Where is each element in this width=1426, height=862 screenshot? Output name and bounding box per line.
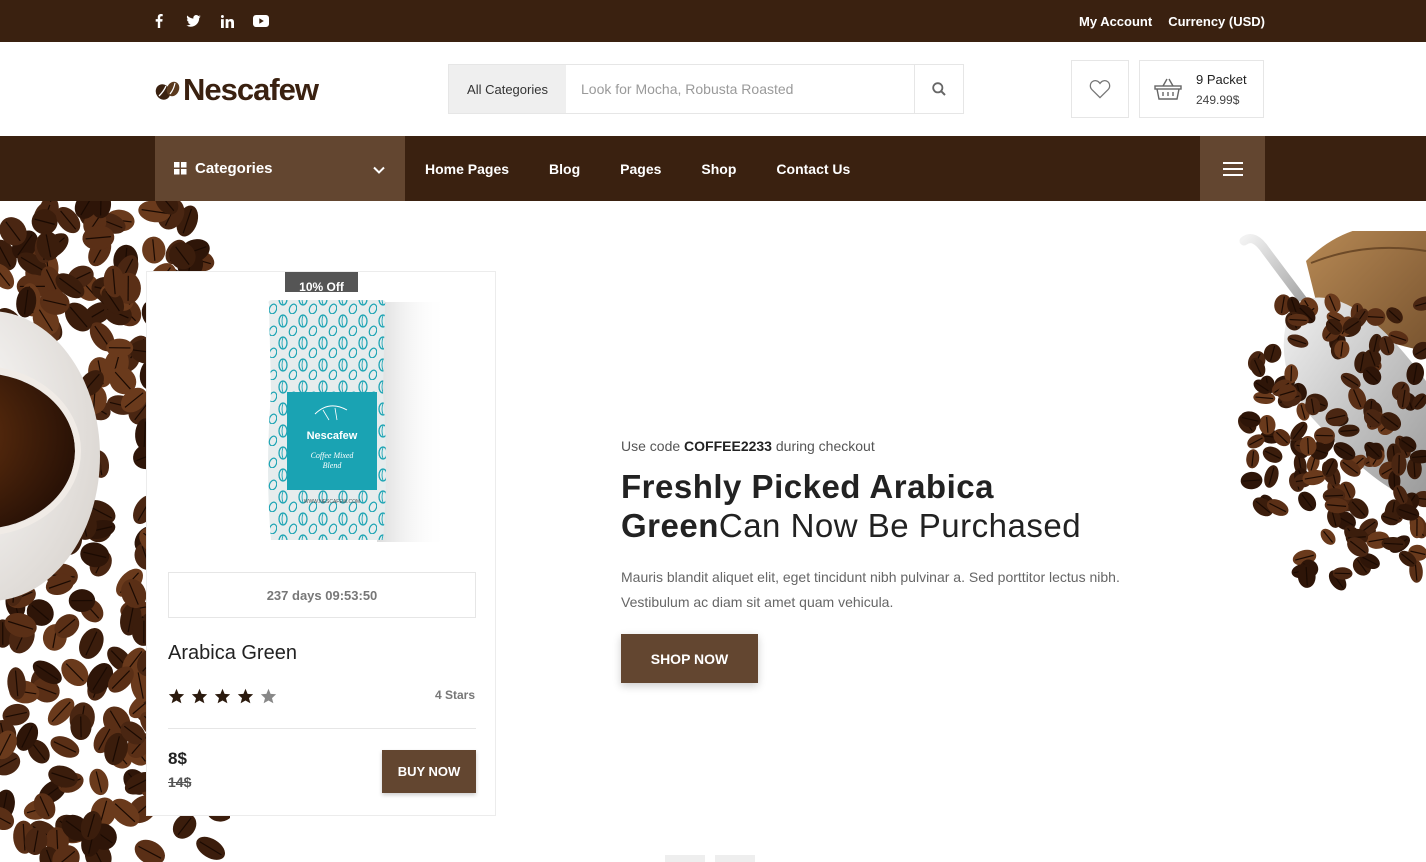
nav-item-home-pages[interactable]: Home Pages xyxy=(425,161,509,177)
promo-code: COFFEE2233 xyxy=(684,438,772,454)
search-input[interactable] xyxy=(566,65,914,113)
heart-icon xyxy=(1089,80,1111,99)
nav-item-pages[interactable]: Pages xyxy=(620,161,661,177)
hero-headline: Freshly Picked Arabica GreenCan Now Be P… xyxy=(621,467,1181,545)
currency-selector[interactable]: Currency (USD) xyxy=(1168,14,1265,29)
cart-count: 9 Packet xyxy=(1196,71,1247,87)
promo-text: Use code COFFEE2233 during checkout xyxy=(621,438,875,454)
nav-item-contact-us[interactable]: Contact Us xyxy=(776,161,850,177)
basket-icon xyxy=(1154,78,1182,100)
nav-item-blog[interactable]: Blog xyxy=(549,161,580,177)
linkedin-icon[interactable] xyxy=(218,12,236,30)
nav-item-shop[interactable]: Shop xyxy=(701,161,736,177)
coffee-package-image[interactable]: Nescafew Coffee Mixed Blend WWW.NESCAFEW… xyxy=(257,292,447,552)
grid-icon xyxy=(174,162,187,175)
social-links xyxy=(150,0,270,42)
account-links: My Account Currency (USD) xyxy=(1079,0,1265,42)
star-empty-icon xyxy=(260,688,277,704)
search-category-select[interactable]: All Categories xyxy=(449,65,566,113)
headline-rest: Can Now Be Purchased xyxy=(718,507,1082,544)
wishlist-button[interactable] xyxy=(1071,60,1129,118)
categories-dropdown[interactable]: Categories xyxy=(155,136,405,201)
product-old-price: 14$ xyxy=(168,774,192,790)
package-brand: Nescafew xyxy=(307,430,358,442)
youtube-icon[interactable] xyxy=(252,12,270,30)
package-site: WWW.NESCAFEW.COM xyxy=(304,499,360,505)
categories-label: Categories xyxy=(195,160,273,177)
countdown-timer: 237 days 09:53:50 xyxy=(168,572,476,618)
slider-dot[interactable] xyxy=(715,855,755,862)
my-account-link[interactable]: My Account xyxy=(1079,14,1152,29)
hamburger-menu-button[interactable] xyxy=(1200,136,1265,201)
product-card: 10% Off Nescafew Coffee Mixed Blend WWW.… xyxy=(146,271,496,816)
package-line-1: Coffee Mixed xyxy=(311,451,355,460)
nav-menu: Home Pages Blog Pages Shop Contact Us xyxy=(425,136,850,201)
shop-now-button[interactable]: SHOP NOW xyxy=(621,634,758,683)
star-filled-icon xyxy=(237,688,254,704)
facebook-icon[interactable] xyxy=(150,12,168,30)
cart-total: 249.99$ xyxy=(1196,92,1240,107)
cart-button[interactable]: 9 Packet 249.99$ xyxy=(1139,60,1264,118)
promo-suffix: during checkout xyxy=(775,438,875,454)
rating-label: 4 Stars xyxy=(434,688,475,702)
package-line-2: Blend xyxy=(323,461,343,470)
search-icon xyxy=(932,82,946,96)
site-header: Nescafew All Categories 9 Packet 249.99$ xyxy=(0,42,1426,136)
headline-bold-1: Freshly Picked Arabica xyxy=(621,468,994,505)
logo-text: Nescafew xyxy=(183,72,319,107)
hero-description: Mauris blandit aliquet elit, eget tincid… xyxy=(621,569,1120,610)
chevron-down-icon xyxy=(373,161,385,178)
search-button[interactable] xyxy=(914,65,963,113)
rating-stars xyxy=(168,688,277,704)
hero-slider: 10% Off Nescafew Coffee Mixed Blend WWW.… xyxy=(0,201,1426,862)
main-nav: Categories Home Pages Blog Pages Shop Co… xyxy=(0,136,1426,201)
twitter-icon[interactable] xyxy=(184,12,202,30)
headline-bold-2: Green xyxy=(621,507,719,544)
product-price: 8$ xyxy=(168,749,187,768)
product-name[interactable]: Arabica Green xyxy=(168,642,297,665)
star-filled-icon xyxy=(214,688,231,704)
star-filled-icon xyxy=(191,688,208,704)
slider-pagination xyxy=(665,855,755,862)
star-filled-icon xyxy=(168,688,185,704)
buy-now-button[interactable]: BUY NOW xyxy=(382,750,476,793)
coffee-bean-logo-icon xyxy=(155,81,180,100)
top-bar: My Account Currency (USD) xyxy=(0,0,1426,42)
hamburger-icon xyxy=(1222,161,1243,176)
search-bar: All Categories xyxy=(448,64,964,114)
divider xyxy=(168,728,476,729)
promo-prefix: Use code xyxy=(621,438,681,454)
coffee-scoop-sack-image xyxy=(1237,231,1426,591)
logo[interactable]: Nescafew xyxy=(155,72,319,108)
slider-dot[interactable] xyxy=(665,855,705,862)
